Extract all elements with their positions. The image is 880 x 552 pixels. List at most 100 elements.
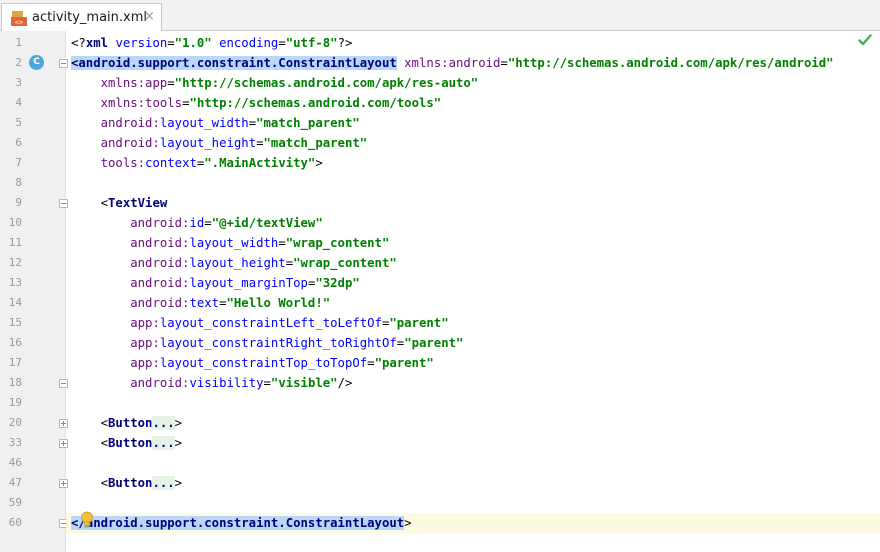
- code-line[interactable]: [66, 173, 880, 193]
- code-area[interactable]: <?xml version="1.0" encoding="utf-8"?> <a…: [66, 31, 880, 552]
- code-token: text: [189, 296, 220, 310]
- code-token: =: [367, 356, 375, 370]
- code-line[interactable]: xmlns:tools="http://schemas.android.com/…: [66, 93, 880, 113]
- code-token: android:: [100, 136, 160, 150]
- code-line-content: android:layout_marginTop="32dp": [71, 273, 360, 293]
- code-token: >: [404, 516, 412, 530]
- code-token: android:: [130, 256, 190, 270]
- folded-region[interactable]: ...: [152, 416, 175, 430]
- code-token: layout_height: [189, 256, 286, 270]
- code-token: xml: [85, 36, 116, 50]
- code-token: layout_width: [189, 236, 279, 250]
- line-number: 17: [8, 356, 22, 369]
- code-token: Button: [108, 436, 153, 450]
- code-line[interactable]: [66, 393, 880, 413]
- code-line[interactable]: android:layout_height="wrap_content": [66, 253, 880, 273]
- code-line-content: <android.support.constraint.ConstraintLa…: [71, 53, 834, 73]
- code-token: "utf-8": [285, 36, 338, 50]
- code-token: <android.support.constraint.ConstraintLa…: [71, 56, 397, 70]
- code-line[interactable]: <?xml version="1.0" encoding="utf-8"?>: [66, 33, 880, 53]
- code-line[interactable]: android:layout_width="match_parent": [66, 113, 880, 133]
- line-number: 6: [15, 136, 22, 149]
- code-token: layout_constraintTop_toTopOf: [159, 356, 368, 370]
- code-token: =: [256, 136, 264, 150]
- line-number: 7: [15, 156, 22, 169]
- code-line[interactable]: <Button...>: [66, 433, 880, 453]
- code-line-content: android:layout_width="wrap_content": [71, 233, 389, 253]
- code-line[interactable]: tools:context=".MainActivity">: [66, 153, 880, 173]
- code-line[interactable]: android:visibility="visible"/>: [66, 373, 880, 393]
- line-number: 18: [8, 376, 22, 389]
- code-line-content: xmlns:tools="http://schemas.android.com/…: [71, 93, 442, 113]
- line-number-gutter[interactable]: 1 2 3 4 5 6 7 8 9 10 11 12 13 14 15 16 17 18 19 20 33 46 47 59 6…: [0, 31, 68, 552]
- code-line-content: android:layout_width="match_parent": [71, 113, 360, 133]
- line-number: 16: [8, 336, 22, 349]
- code-token: layout_marginTop: [189, 276, 308, 290]
- line-number: 5: [15, 116, 22, 129]
- code-token: TextView: [108, 196, 168, 210]
- code-line[interactable]: <Button...>: [66, 413, 880, 433]
- code-token: =: [167, 76, 175, 90]
- code-line[interactable]: <Button...>: [66, 473, 880, 493]
- code-token: visibility: [189, 376, 264, 390]
- line-number: 9: [15, 196, 22, 209]
- code-token: </android.support.constraint.ConstraintL…: [71, 516, 405, 530]
- code-token: "visible": [270, 376, 338, 390]
- folded-region[interactable]: ...: [152, 436, 175, 450]
- code-token: id: [189, 216, 205, 230]
- code-line[interactable]: android:layout_height="match_parent": [66, 133, 880, 153]
- code-token: tools:: [100, 156, 146, 170]
- code-line[interactable]: android:text="Hello World!": [66, 293, 880, 313]
- code-token: ".MainActivity": [204, 156, 316, 170]
- code-token: layout_constraintRight_toRightOf: [159, 336, 397, 350]
- xml-file-icon: <>: [11, 11, 27, 26]
- line-number: 8: [15, 176, 22, 189]
- code-line[interactable]: android:layout_width="wrap_content": [66, 233, 880, 253]
- line-number: 60: [8, 516, 22, 529]
- code-token: =: [500, 56, 508, 70]
- code-token: =: [167, 36, 175, 50]
- code-line-content: <Button...>: [71, 413, 182, 433]
- tab-activity-main-xml[interactable]: <> activity_main.xml ×: [1, 3, 162, 31]
- code-line-content: android:id="@+id/textView": [71, 213, 323, 233]
- code-line[interactable]: <TextView: [66, 193, 880, 213]
- code-line[interactable]: xmlns:app="http://schemas.android.com/ap…: [66, 73, 880, 93]
- code-token: app:: [130, 316, 160, 330]
- code-line[interactable]: android:layout_marginTop="32dp": [66, 273, 880, 293]
- code-token: <: [71, 436, 109, 450]
- code-line[interactable]: android:id="@+id/textView": [66, 213, 880, 233]
- code-token: <: [71, 476, 109, 490]
- class-badge-icon[interactable]: C: [29, 55, 44, 70]
- code-line-content: </android.support.constraint.ConstraintL…: [71, 513, 412, 533]
- lightbulb-icon[interactable]: [80, 511, 94, 529]
- code-token: =: [278, 236, 286, 250]
- code-line[interactable]: app:layout_constraintTop_toTopOf="parent…: [66, 353, 880, 373]
- close-tab-icon[interactable]: ×: [144, 9, 155, 24]
- code-line[interactable]: <android.support.constraint.ConstraintLa…: [66, 53, 880, 73]
- editor-tab-bar: <> activity_main.xml ×: [0, 0, 880, 31]
- line-number: 15: [8, 316, 22, 329]
- code-line[interactable]: app:layout_constraintLeft_toLeftOf="pare…: [66, 313, 880, 333]
- line-number: 19: [8, 396, 22, 409]
- line-number: 2: [15, 56, 22, 69]
- folded-region[interactable]: ...: [152, 476, 175, 490]
- code-token: layout_constraintLeft_toLeftOf: [159, 316, 382, 330]
- code-line[interactable]: </android.support.constraint.ConstraintL…: [66, 513, 880, 533]
- line-number: 47: [8, 476, 22, 489]
- code-token: Button: [108, 476, 153, 490]
- code-line[interactable]: [66, 493, 880, 513]
- line-number: 4: [15, 96, 22, 109]
- code-line[interactable]: app:layout_constraintRight_toRightOf="pa…: [66, 333, 880, 353]
- line-number: 1: [15, 36, 22, 49]
- code-line[interactable]: [66, 453, 880, 473]
- code-token: <: [71, 416, 109, 430]
- code-token: encoding: [219, 36, 279, 50]
- code-token: =: [285, 256, 294, 270]
- line-number: 12: [8, 256, 22, 269]
- code-token: layout_width: [159, 116, 249, 130]
